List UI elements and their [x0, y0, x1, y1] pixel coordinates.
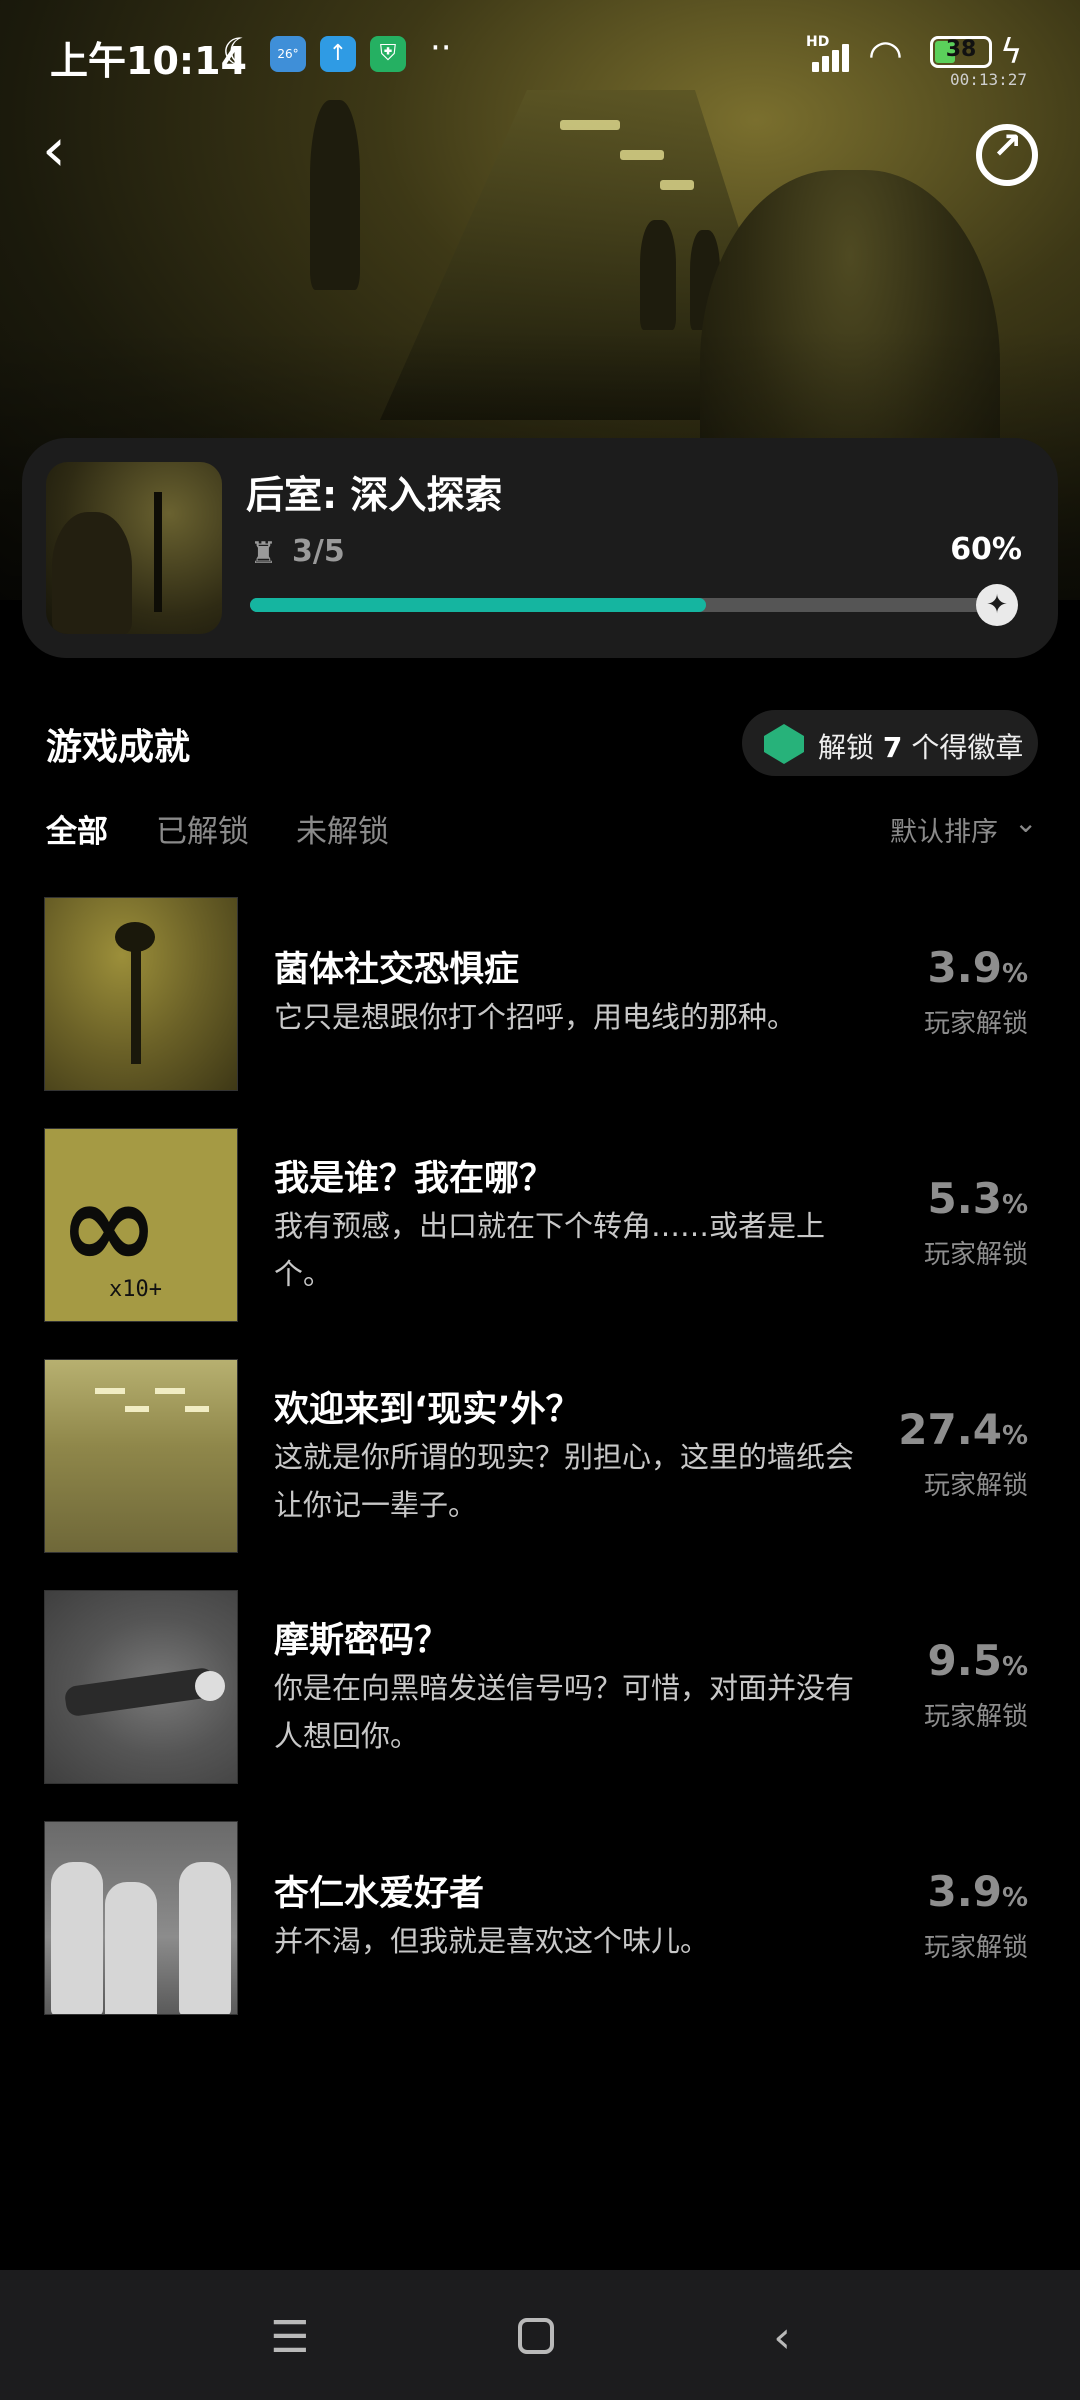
achievement-image — [44, 1359, 238, 1553]
signal-icon — [808, 36, 856, 72]
badge-unlock-pill[interactable]: 解锁 7 个得徽章 — [742, 710, 1038, 776]
progress-fill — [250, 598, 706, 612]
sort-dropdown[interactable]: 默认排序 ⌄ — [890, 806, 1037, 849]
status-bar: 上午10:14 ☾ 26° ↑ ⛨ ·· HD ◠ 38 ϟ 00:13:27 — [0, 0, 1080, 110]
menu-icon[interactable]: ☰ — [260, 2308, 320, 2368]
achievement-name: 杏仁水爱好者 — [274, 1874, 485, 1914]
unlock-rate: 3.9% — [927, 1867, 1028, 1916]
star-badge-icon: ✦ — [976, 584, 1018, 626]
status-time: 上午10:14 — [50, 39, 247, 83]
badge-unlock-text: 解锁 7 个得徽章 — [818, 731, 1024, 764]
achievement-name: 欢迎来到‘现实’外？ — [274, 1390, 581, 1430]
unlock-rate-label: 玩家解锁 — [923, 1009, 1028, 1039]
achievement-item[interactable]: 摩斯密码？ 你是在向黑暗发送信号吗？可惜，对面并没有人想回你。 9.5% 玩家解… — [0, 1590, 1080, 1786]
unlock-rate-label: 玩家解锁 — [923, 1933, 1028, 1963]
unlock-rate: 3.9% — [927, 943, 1028, 992]
unlock-rate-label: 玩家解锁 — [923, 1702, 1028, 1732]
shield-app-icon: ⛨ — [370, 36, 406, 72]
back-icon[interactable]: ‹ — [42, 120, 102, 180]
achievement-count: 3/5 — [292, 534, 345, 569]
achievement-desc: 这就是你所谓的现实？别担心，这里的墙纸会让你记一辈子。 — [274, 1440, 855, 1522]
weather-icon: 26° — [270, 36, 306, 72]
tab-locked[interactable]: 未解锁 — [296, 806, 389, 851]
unlock-rate: 9.5% — [927, 1636, 1028, 1685]
achievement-desc: 它只是想跟你打个招呼，用电线的那种。 — [274, 1000, 797, 1034]
tab-all[interactable]: 全部 — [46, 806, 108, 851]
charging-icon: ϟ — [1000, 32, 1023, 72]
battery-icon: 38 — [930, 36, 992, 68]
system-nav-bar: ☰ ‹ — [0, 2270, 1080, 2400]
upload-icon: ↑ — [320, 36, 356, 72]
badge-gem-icon — [764, 724, 804, 764]
game-title: 后室: 深入探索 — [246, 473, 503, 517]
progress-percent: 60% — [950, 532, 1022, 567]
chevron-down-icon: ⌄ — [1014, 806, 1038, 839]
game-progress-card: 后室: 深入探索 ♜ 3/5 60% ✦ — [22, 438, 1058, 658]
game-cover — [46, 462, 222, 634]
achievement-desc: 并不渴，但我就是喜欢这个味儿。 — [274, 1924, 710, 1958]
share-icon[interactable] — [976, 124, 1038, 186]
recording-timer: 00:13:27 — [950, 70, 1028, 89]
thumb-caption: x10+ — [109, 1277, 162, 1302]
battery-level: 38 — [945, 37, 977, 62]
moon-icon: ☾ — [222, 30, 257, 74]
infinity-drawing: ∞ — [59, 1157, 159, 1296]
achievement-item[interactable]: 菌体社交恐惧症 它只是想跟你打个招呼，用电线的那种。 3.9% 玩家解锁 — [0, 897, 1080, 1093]
achievement-name: 我是谁？我在哪？ — [274, 1159, 555, 1199]
achievement-image — [44, 1590, 238, 1784]
achievement-item[interactable]: ∞ x10+ 我是谁？我在哪？ 我有预感，出口就在下个转角……或者是上个。 5.… — [0, 1128, 1080, 1324]
sort-label: 默认排序 — [890, 817, 998, 848]
achievement-item[interactable]: 欢迎来到‘现实’外？ 这就是你所谓的现实？别担心，这里的墙纸会让你记一辈子。 2… — [0, 1359, 1080, 1555]
unlock-rate: 27.4% — [898, 1405, 1028, 1454]
home-icon[interactable] — [506, 2308, 566, 2368]
achievement-image — [44, 897, 238, 1091]
achievement-desc: 我有预感，出口就在下个转角……或者是上个。 — [274, 1209, 826, 1291]
unlock-rate-label: 玩家解锁 — [923, 1471, 1028, 1501]
achievement-image — [44, 1821, 238, 2015]
tab-unlocked[interactable]: 已解锁 — [156, 806, 249, 851]
section-title: 游戏成就 — [46, 727, 191, 768]
nav-back-icon[interactable]: ‹ — [752, 2308, 812, 2368]
achievement-desc: 你是在向黑暗发送信号吗？可惜，对面并没有人想回你。 — [274, 1671, 855, 1753]
achievement-name: 菌体社交恐惧症 — [274, 950, 520, 990]
wifi-icon: ◠ — [868, 32, 903, 78]
unlock-rate: 5.3% — [927, 1174, 1028, 1223]
more-notifications-icon: ·· — [430, 28, 452, 68]
progress-bar — [250, 598, 1010, 612]
unlock-rate-label: 玩家解锁 — [923, 1240, 1028, 1270]
trophy-icon: ♜ — [250, 536, 277, 571]
achievement-item[interactable]: 杏仁水爱好者 并不渴，但我就是喜欢这个味儿。 3.9% 玩家解锁 — [0, 1821, 1080, 2017]
achievement-image: ∞ x10+ — [44, 1128, 238, 1322]
achievement-name: 摩斯密码？ — [274, 1621, 450, 1661]
